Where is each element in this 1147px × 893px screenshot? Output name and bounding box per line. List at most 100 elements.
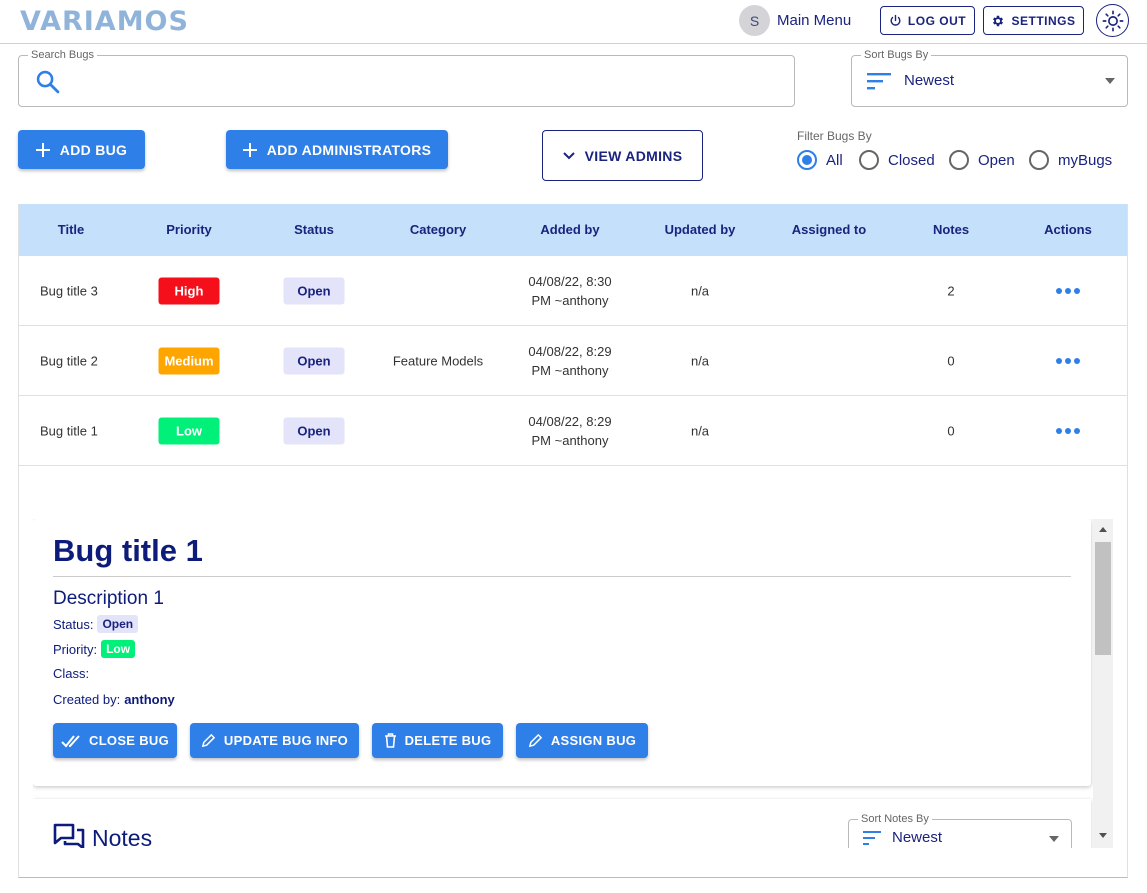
class-row: Class:	[53, 666, 89, 681]
row-title: Bug title 1	[40, 423, 98, 438]
status-badge: Open	[97, 615, 139, 633]
created-by-user: anthony	[124, 692, 175, 707]
row-updated-by: n/a	[690, 283, 710, 298]
filter-radio-open[interactable]: Open	[949, 150, 1015, 170]
status-chip: Open	[283, 277, 345, 304]
gear-icon	[993, 15, 1004, 26]
update-bug-info-label: UPDATE BUG INFO	[223, 733, 349, 748]
table-row[interactable]: Bug title 2 Medium Open Feature Models 0…	[19, 326, 1127, 396]
sort-icon	[867, 73, 891, 90]
row-notes-count: 2	[947, 283, 955, 298]
close-bug-button[interactable]: CLOSE BUG	[53, 723, 177, 758]
priority-chip: Low	[158, 417, 220, 444]
update-bug-info-button[interactable]: UPDATE BUG INFO	[190, 723, 359, 758]
power-icon	[890, 14, 901, 26]
view-admins-label: VIEW ADMINS	[584, 147, 683, 164]
bug-description: Description 1	[53, 588, 164, 609]
double-check-icon	[61, 734, 80, 747]
logout-button[interactable]: LOG OUT	[880, 6, 975, 35]
sort-icon	[863, 831, 881, 845]
row-updated-by: n/a	[690, 353, 710, 368]
column-header-category[interactable]: Category	[410, 222, 466, 237]
add-bug-label: ADD BUG	[59, 141, 128, 158]
created-by-label: Created by:	[53, 692, 121, 707]
added-by-date: 04/08/22, 8:30	[528, 273, 612, 289]
column-header-title[interactable]: Title	[58, 222, 85, 237]
detail-scrollbar[interactable]	[1093, 519, 1113, 848]
filter-radio-closed[interactable]: Closed	[859, 150, 935, 170]
logout-label: LOG OUT	[907, 13, 967, 28]
sun-icon	[1102, 10, 1123, 31]
row-category: Feature Models	[392, 353, 484, 368]
divider	[53, 576, 1071, 577]
priority-badge: Low	[101, 640, 136, 658]
dropdown-arrow-icon	[1049, 836, 1059, 842]
sort-bugs-value: Newest	[904, 72, 955, 89]
row-notes-count: 0	[947, 423, 955, 438]
added-by-date: 04/08/22, 8:29	[528, 343, 612, 359]
avatar-initial: S	[749, 12, 760, 29]
sort-notes-legend: Sort Notes By	[858, 813, 932, 825]
added-by-user: PM ~anthony	[531, 362, 609, 378]
delete-bug-button[interactable]: DELETE BUG	[372, 723, 503, 758]
notes-section: Notes Sort Notes By Newest	[33, 799, 1091, 848]
column-header-assigned-to[interactable]: Assigned to	[792, 222, 866, 237]
column-header-notes[interactable]: Notes	[933, 222, 969, 237]
priority-chip: High	[158, 277, 220, 304]
search-bugs-field[interactable]: Search Bugs	[18, 49, 795, 107]
logo-text: VARIAMOS	[20, 6, 189, 37]
table-row[interactable]: Bug title 3 High Open 04/08/22, 8:30 PM ~…	[19, 256, 1127, 326]
forum-icon	[53, 823, 85, 848]
column-header-added-by[interactable]: Added by	[540, 222, 599, 237]
table-row[interactable]: Bug title 1 Low Open 04/08/22, 8:29 PM ~a…	[19, 396, 1127, 466]
scrollbar-thumb[interactable]	[1095, 542, 1111, 655]
column-header-actions: Actions	[1044, 222, 1092, 237]
avatar[interactable]: S	[739, 5, 770, 36]
add-bug-button[interactable]: ADD BUG	[18, 130, 145, 169]
more-actions-icon[interactable]	[1056, 357, 1080, 364]
trash-icon	[384, 733, 396, 748]
main-menu-link[interactable]: Main Menu	[777, 12, 851, 29]
filter-radio-all[interactable]: All	[797, 150, 843, 170]
sort-notes-value: Newest	[892, 829, 943, 846]
search-bugs-legend: Search Bugs	[28, 49, 97, 61]
row-notes-count: 0	[947, 353, 955, 368]
radio-unselected-icon	[1029, 150, 1049, 170]
assign-bug-label: ASSIGN BUG	[550, 733, 637, 748]
plus-icon	[35, 142, 50, 157]
dropdown-arrow-icon	[1105, 78, 1115, 84]
delete-bug-label: DELETE BUG	[404, 733, 492, 748]
plus-icon	[242, 142, 257, 157]
view-admins-button[interactable]: VIEW ADMINS	[542, 130, 703, 181]
row-added-by: 04/08/22, 8:29 PM ~anthony	[528, 412, 611, 450]
added-by-user: PM ~anthony	[531, 432, 609, 448]
bug-detail-title: Bug title 1	[53, 533, 203, 568]
sort-bugs-select[interactable]: Sort Bugs By Newest	[851, 49, 1128, 107]
radio-selected-icon	[797, 150, 817, 170]
assign-bug-button[interactable]: ASSIGN BUG	[516, 723, 648, 758]
status-chip: Open	[283, 417, 345, 444]
sort-notes-select[interactable]: Sort Notes By Newest	[848, 813, 1072, 848]
bug-detail-panel: Bug title 1 Description 1 Status: Open P…	[33, 519, 1113, 848]
filter-option-label: All	[826, 151, 843, 169]
filter-option-label: myBugs	[1058, 151, 1113, 169]
variamos-logo[interactable]: VARIAMOS	[20, 6, 189, 37]
column-header-status[interactable]: Status	[294, 222, 334, 237]
scroll-down-icon[interactable]	[1099, 833, 1107, 838]
radio-unselected-icon	[859, 150, 879, 170]
status-label: Status:	[53, 616, 94, 632]
class-label: Class:	[53, 666, 90, 681]
settings-button[interactable]: SETTINGS	[983, 6, 1084, 35]
column-header-updated-by[interactable]: Updated by	[665, 222, 736, 237]
more-actions-icon[interactable]	[1056, 427, 1080, 434]
chevron-down-icon	[562, 151, 575, 159]
column-header-priority[interactable]: Priority	[166, 222, 212, 237]
theme-toggle-button[interactable]	[1096, 4, 1129, 37]
add-administrators-button[interactable]: ADD ADMINISTRATORS	[226, 130, 448, 169]
more-actions-icon[interactable]	[1056, 287, 1080, 294]
settings-label: SETTINGS	[1011, 13, 1076, 28]
filter-radio-mybugs[interactable]: myBugs	[1029, 150, 1112, 170]
search-input[interactable]	[71, 68, 771, 96]
priority-label: Priority:	[53, 641, 98, 657]
scroll-up-icon[interactable]	[1099, 527, 1107, 532]
